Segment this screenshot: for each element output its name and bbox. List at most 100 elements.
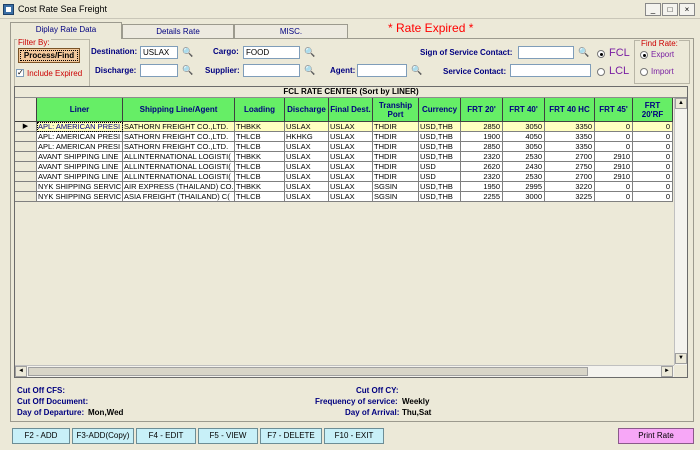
cell-f40hc[interactable]: 2700 bbox=[545, 172, 595, 182]
scroll-left-icon[interactable]: ◄ bbox=[15, 366, 27, 377]
cargo-lookup-icon[interactable]: 🔍 bbox=[303, 46, 317, 59]
cell-f45[interactable]: 0 bbox=[595, 122, 633, 132]
cell-loading[interactable]: THLCB bbox=[235, 132, 285, 142]
cell-f20rf[interactable]: 0 bbox=[633, 162, 673, 172]
supplier-lookup-icon[interactable]: 🔍 bbox=[303, 64, 317, 77]
cell-f20[interactable]: 2850 bbox=[461, 122, 503, 132]
cell-agent[interactable]: SATHORN FREIGHT CO.,LTD. bbox=[123, 142, 235, 152]
cell-f20[interactable]: 2255 bbox=[461, 192, 503, 202]
cell-f45[interactable]: 0 bbox=[595, 142, 633, 152]
destination-lookup-icon[interactable]: 🔍 bbox=[181, 46, 195, 59]
cell-f20[interactable]: 2620 bbox=[461, 162, 503, 172]
cell-f20rf[interactable]: 0 bbox=[633, 182, 673, 192]
column-header-liner[interactable]: Liner bbox=[37, 98, 123, 122]
column-header-f20rf[interactable]: FRT 20'RF bbox=[633, 98, 673, 122]
cell-final[interactable]: USLAX bbox=[329, 192, 373, 202]
cell-final[interactable]: USLAX bbox=[329, 122, 373, 132]
column-header-agent[interactable]: Shipping Line/Agent bbox=[123, 98, 235, 122]
agent-input[interactable] bbox=[357, 64, 407, 77]
cell-tranship[interactable]: SGSIN bbox=[373, 182, 419, 192]
cell-f20rf[interactable]: 0 bbox=[633, 132, 673, 142]
scroll-down-icon[interactable]: ▼ bbox=[675, 353, 687, 364]
add-button[interactable]: F2 - ADD bbox=[12, 428, 70, 444]
delete-button[interactable]: F7 - DELETE bbox=[260, 428, 322, 444]
cell-f40hc[interactable]: 3350 bbox=[545, 142, 595, 152]
row-selector-icon[interactable] bbox=[15, 172, 37, 182]
scroll-right-icon[interactable]: ► bbox=[661, 366, 673, 377]
cargo-input[interactable]: FOOD bbox=[243, 46, 300, 59]
cell-currency[interactable]: USD,THB bbox=[419, 122, 461, 132]
cell-loading[interactable]: THLCB bbox=[235, 192, 285, 202]
row-selector-icon[interactable]: ▶ bbox=[15, 122, 37, 132]
column-header-f40[interactable]: FRT 40' bbox=[503, 98, 545, 122]
export-radio[interactable] bbox=[640, 51, 648, 59]
cell-f40[interactable]: 2995 bbox=[503, 182, 545, 192]
cell-discharge[interactable]: USLAX bbox=[285, 152, 329, 162]
tab-display-rate-data[interactable]: Diplay Rate Data bbox=[10, 22, 122, 39]
cell-currency[interactable]: USD,THB bbox=[419, 182, 461, 192]
horizontal-scrollbar[interactable]: ◄ ► bbox=[15, 365, 674, 377]
discharge-lookup-icon[interactable]: 🔍 bbox=[181, 64, 195, 77]
cell-f45[interactable]: 2910 bbox=[595, 152, 633, 162]
agent-lookup-icon[interactable]: 🔍 bbox=[410, 64, 424, 77]
cell-discharge[interactable]: USLAX bbox=[285, 172, 329, 182]
cell-f20[interactable]: 2850 bbox=[461, 142, 503, 152]
row-selector-icon[interactable] bbox=[15, 152, 37, 162]
cell-agent[interactable]: ASIA FREIGHT (THAILAND) C( bbox=[123, 192, 235, 202]
cell-f40[interactable]: 3000 bbox=[503, 192, 545, 202]
cell-tranship[interactable]: THDIR bbox=[373, 162, 419, 172]
column-header-f20[interactable]: FRT 20' bbox=[461, 98, 503, 122]
cell-liner[interactable]: NYK SHIPPING SERVIC bbox=[37, 192, 123, 202]
cell-liner[interactable]: APL: AMERICAN PRESI bbox=[37, 132, 123, 142]
cell-final[interactable]: USLAX bbox=[329, 172, 373, 182]
tab-misc[interactable]: MISC. bbox=[234, 24, 348, 38]
cell-discharge[interactable]: USLAX bbox=[285, 192, 329, 202]
sign-lookup-icon[interactable]: 🔍 bbox=[577, 46, 591, 59]
cell-f40[interactable]: 4050 bbox=[503, 132, 545, 142]
service-contact-input[interactable] bbox=[510, 64, 591, 77]
cell-f40[interactable]: 3050 bbox=[503, 122, 545, 132]
cell-f45[interactable]: 2910 bbox=[595, 172, 633, 182]
cell-f40hc[interactable]: 3350 bbox=[545, 132, 595, 142]
cell-discharge[interactable]: USLAX bbox=[285, 182, 329, 192]
cell-liner[interactable]: APL: AMERICAN PRESI bbox=[37, 122, 123, 132]
cell-final[interactable]: USLAX bbox=[329, 162, 373, 172]
cell-f20rf[interactable]: 0 bbox=[633, 172, 673, 182]
cell-agent[interactable]: AIR EXPRESS (THAILAND) CO. bbox=[123, 182, 235, 192]
tab-details-rate[interactable]: Details Rate bbox=[122, 24, 234, 38]
cell-f20[interactable]: 2320 bbox=[461, 152, 503, 162]
cell-f40hc[interactable]: 3220 bbox=[545, 182, 595, 192]
cell-f40[interactable]: 3050 bbox=[503, 142, 545, 152]
cell-f20rf[interactable]: 0 bbox=[633, 192, 673, 202]
column-header-f45[interactable]: FRT 45' bbox=[595, 98, 633, 122]
column-header-final[interactable]: Final Dest. bbox=[329, 98, 373, 122]
cell-final[interactable]: USLAX bbox=[329, 132, 373, 142]
cell-f40[interactable]: 2530 bbox=[503, 152, 545, 162]
cell-f20[interactable]: 2320 bbox=[461, 172, 503, 182]
cell-tranship[interactable]: THDIR bbox=[373, 132, 419, 142]
cell-f20rf[interactable]: 0 bbox=[633, 142, 673, 152]
cell-currency[interactable]: USD bbox=[419, 162, 461, 172]
supplier-input[interactable] bbox=[243, 64, 300, 77]
cell-liner[interactable]: APL: AMERICAN PRESI bbox=[37, 142, 123, 152]
cell-currency[interactable]: USD bbox=[419, 172, 461, 182]
column-header-loading[interactable]: Loading bbox=[235, 98, 285, 122]
cell-loading[interactable]: THBKK bbox=[235, 152, 285, 162]
cell-f45[interactable]: 0 bbox=[595, 132, 633, 142]
maximize-button[interactable]: □ bbox=[662, 3, 678, 16]
discharge-input[interactable] bbox=[140, 64, 178, 77]
sign-service-contact-input[interactable] bbox=[518, 46, 574, 59]
row-selector-icon[interactable] bbox=[15, 132, 37, 142]
add-copy-button[interactable]: F3-ADD(Copy) bbox=[72, 428, 134, 444]
row-selector-icon[interactable] bbox=[15, 142, 37, 152]
cell-agent[interactable]: ALLINTERNATIONAL LOGISTI( bbox=[123, 152, 235, 162]
column-header-tranship[interactable]: Tranship Port bbox=[373, 98, 419, 122]
lcl-radio[interactable] bbox=[597, 68, 605, 76]
cell-loading[interactable]: THLCB bbox=[235, 142, 285, 152]
cell-tranship[interactable]: THDIR bbox=[373, 172, 419, 182]
destination-input[interactable]: USLAX bbox=[140, 46, 178, 59]
cell-f45[interactable]: 0 bbox=[595, 192, 633, 202]
cell-f40[interactable]: 2430 bbox=[503, 162, 545, 172]
cell-agent[interactable]: SATHORN FREIGHT CO.,LTD. bbox=[123, 122, 235, 132]
cell-liner[interactable]: AVANT SHIPPING LINE bbox=[37, 162, 123, 172]
